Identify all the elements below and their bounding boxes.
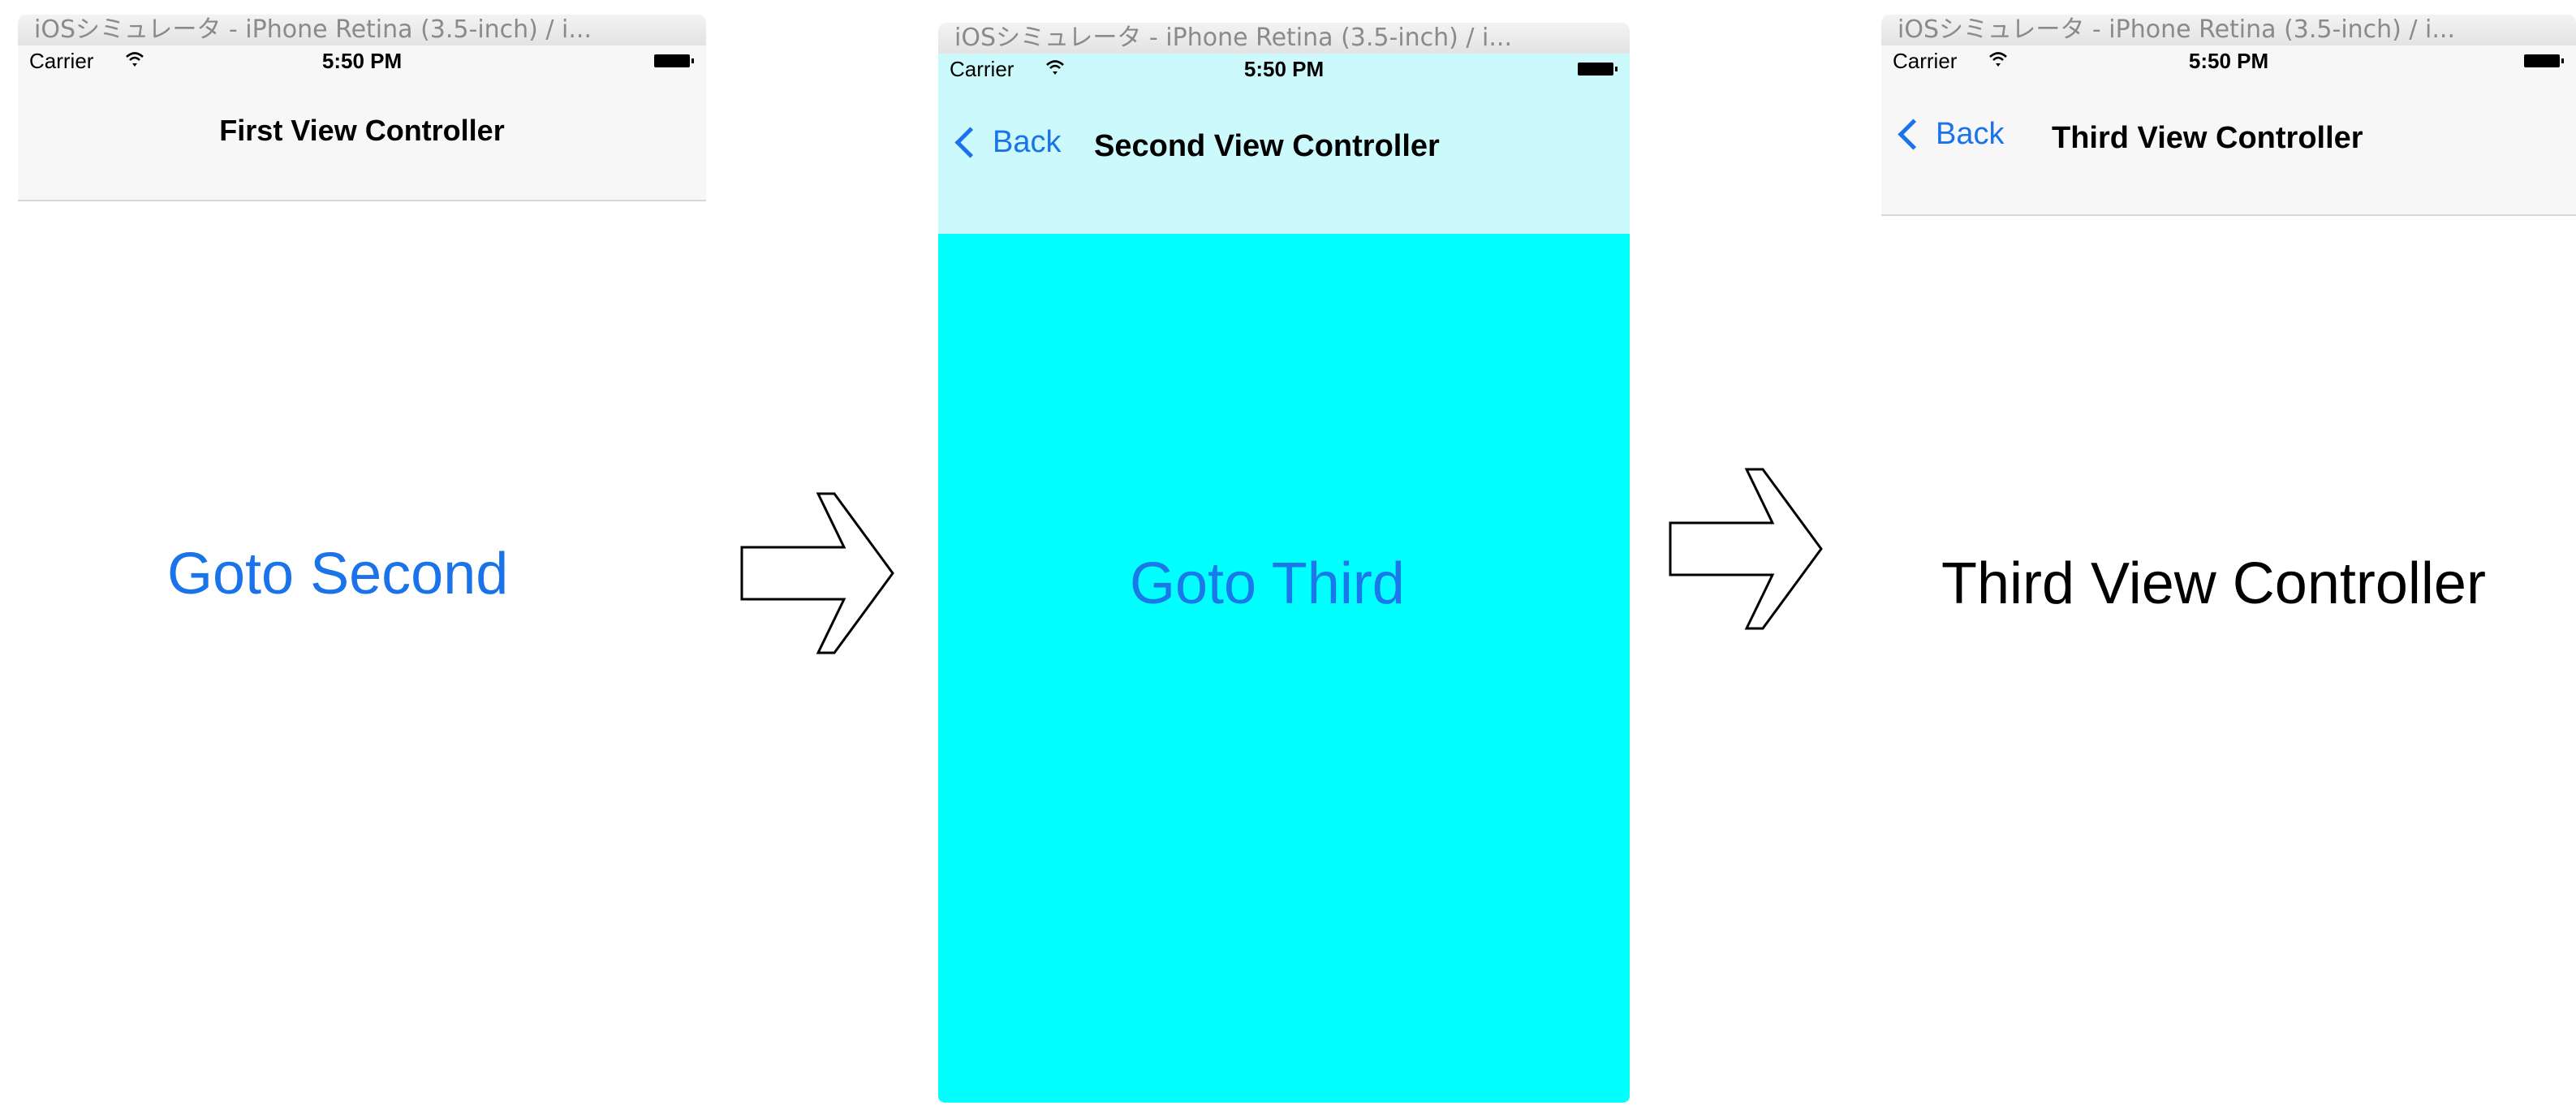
status-time: 5:50 PM xyxy=(1243,57,1325,81)
goto-third-button[interactable]: Goto Third xyxy=(1130,551,1405,617)
nav-title: First View Controller xyxy=(219,114,505,147)
chevron-left-icon xyxy=(954,127,986,158)
battery-icon xyxy=(1578,63,1618,76)
window-title[interactable]: iOSシミュレータ - iPhone Retina (3.5-inch) / i… xyxy=(18,15,706,45)
window-title[interactable]: iOSシミュレータ - iPhone Retina (3.5-inch) / i… xyxy=(938,23,1630,54)
status-time: 5:50 PM xyxy=(321,49,403,73)
back-button[interactable]: Back xyxy=(1898,117,2004,152)
status-bar: Carrier 5:50 PM xyxy=(18,45,706,78)
right-arrow-icon xyxy=(1669,468,1823,630)
window-title[interactable]: iOSシミュレータ - iPhone Retina (3.5-inch) / i… xyxy=(1881,15,2576,45)
chevron-left-icon xyxy=(1898,119,1929,150)
goto-second-button[interactable]: Goto Second xyxy=(167,541,508,607)
back-label: Back xyxy=(1936,117,2005,151)
navigation-bar: Carrier 5:50 PM Back Third View Controll… xyxy=(1881,45,2576,216)
navigation-bar: Carrier 5:50 PM First View Controller xyxy=(18,45,706,201)
nav-title: Third View Controller xyxy=(2052,121,2363,155)
simulator-window-third: iOSシミュレータ - iPhone Retina (3.5-inch) / i… xyxy=(1881,15,2576,216)
battery-icon xyxy=(654,54,694,67)
back-button[interactable]: Back xyxy=(954,125,1061,160)
nav-title: Second View Controller xyxy=(1094,129,1440,163)
navigation-bar: Carrier 5:50 PM Back Second View Control… xyxy=(938,54,1630,234)
content-view xyxy=(938,234,1630,1103)
simulator-window-first: iOSシミュレータ - iPhone Retina (3.5-inch) / i… xyxy=(18,15,706,201)
status-bar: Carrier 5:50 PM xyxy=(938,54,1630,86)
back-label: Back xyxy=(993,125,1062,159)
battery-icon xyxy=(2524,54,2564,67)
status-bar: Carrier 5:50 PM xyxy=(1881,45,2576,78)
content-label: Third View Controller xyxy=(1941,551,2486,616)
right-arrow-icon xyxy=(740,492,894,654)
status-time: 5:50 PM xyxy=(2188,49,2269,73)
